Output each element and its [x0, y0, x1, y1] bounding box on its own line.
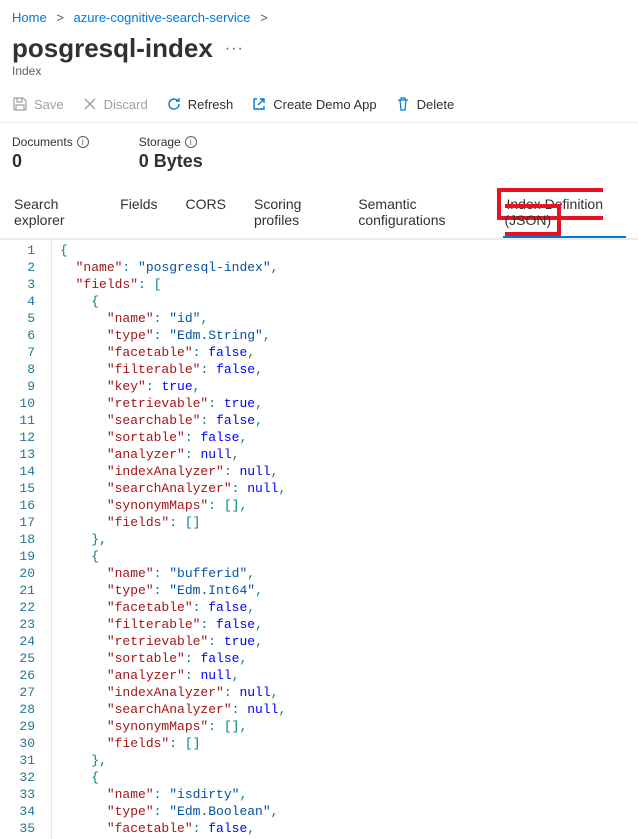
code-content[interactable]: { "name": "posgresql-index", "fields": [… [52, 240, 286, 839]
tab-semantic[interactable]: Semantic configurations [356, 186, 478, 238]
info-icon[interactable]: i [185, 136, 197, 148]
save-button: Save [12, 96, 64, 112]
delete-icon [395, 96, 411, 112]
tab-scoring[interactable]: Scoring profiles [252, 186, 332, 238]
info-icon[interactable]: i [77, 136, 89, 148]
json-editor[interactable]: 1234567891011121314151617181920212223242… [0, 239, 638, 839]
discard-label: Discard [104, 97, 148, 112]
breadcrumb-home[interactable]: Home [12, 10, 47, 25]
storage-label: Storage [139, 135, 181, 149]
refresh-label: Refresh [188, 97, 234, 112]
documents-label: Documents [12, 135, 73, 149]
save-icon [12, 96, 28, 112]
external-link-icon [251, 96, 267, 112]
breadcrumb-sep: > [254, 10, 274, 25]
create-demo-button[interactable]: Create Demo App [251, 96, 376, 112]
breadcrumb-sep: > [50, 10, 70, 25]
breadcrumb-service[interactable]: azure-cognitive-search-service [74, 10, 251, 25]
storage-stat: Storage i 0 Bytes [139, 135, 203, 172]
tab-index-definition[interactable]: Index Definition (JSON) [503, 186, 626, 238]
create-demo-label: Create Demo App [273, 97, 376, 112]
line-gutter: 1234567891011121314151617181920212223242… [0, 240, 52, 839]
tab-cors[interactable]: CORS [184, 186, 228, 238]
tabs: Search explorer Fields CORS Scoring prof… [0, 186, 638, 239]
documents-value: 0 [12, 149, 89, 172]
discard-button: Discard [82, 96, 148, 112]
stats-bar: Documents i 0 Storage i 0 Bytes [0, 123, 638, 186]
save-label: Save [34, 97, 64, 112]
breadcrumb: Home > azure-cognitive-search-service > [0, 0, 638, 29]
more-menu-icon[interactable]: ··· [225, 40, 244, 58]
tab-search-explorer[interactable]: Search explorer [12, 186, 94, 238]
documents-stat: Documents i 0 [12, 135, 89, 172]
highlight-annotation: Index Definition (JSON) [497, 188, 604, 236]
refresh-button[interactable]: Refresh [166, 96, 234, 112]
delete-label: Delete [417, 97, 455, 112]
page-subtitle: Index [0, 64, 638, 90]
delete-button[interactable]: Delete [395, 96, 455, 112]
page-title: posgresql-index [12, 33, 213, 64]
discard-icon [82, 96, 98, 112]
toolbar: Save Discard Refresh Create Demo App Del… [0, 90, 638, 123]
storage-value: 0 Bytes [139, 149, 203, 172]
tab-index-definition-label: Index Definition (JSON) [505, 196, 604, 228]
tab-fields[interactable]: Fields [118, 186, 159, 238]
refresh-icon [166, 96, 182, 112]
title-row: posgresql-index ··· [0, 29, 638, 64]
